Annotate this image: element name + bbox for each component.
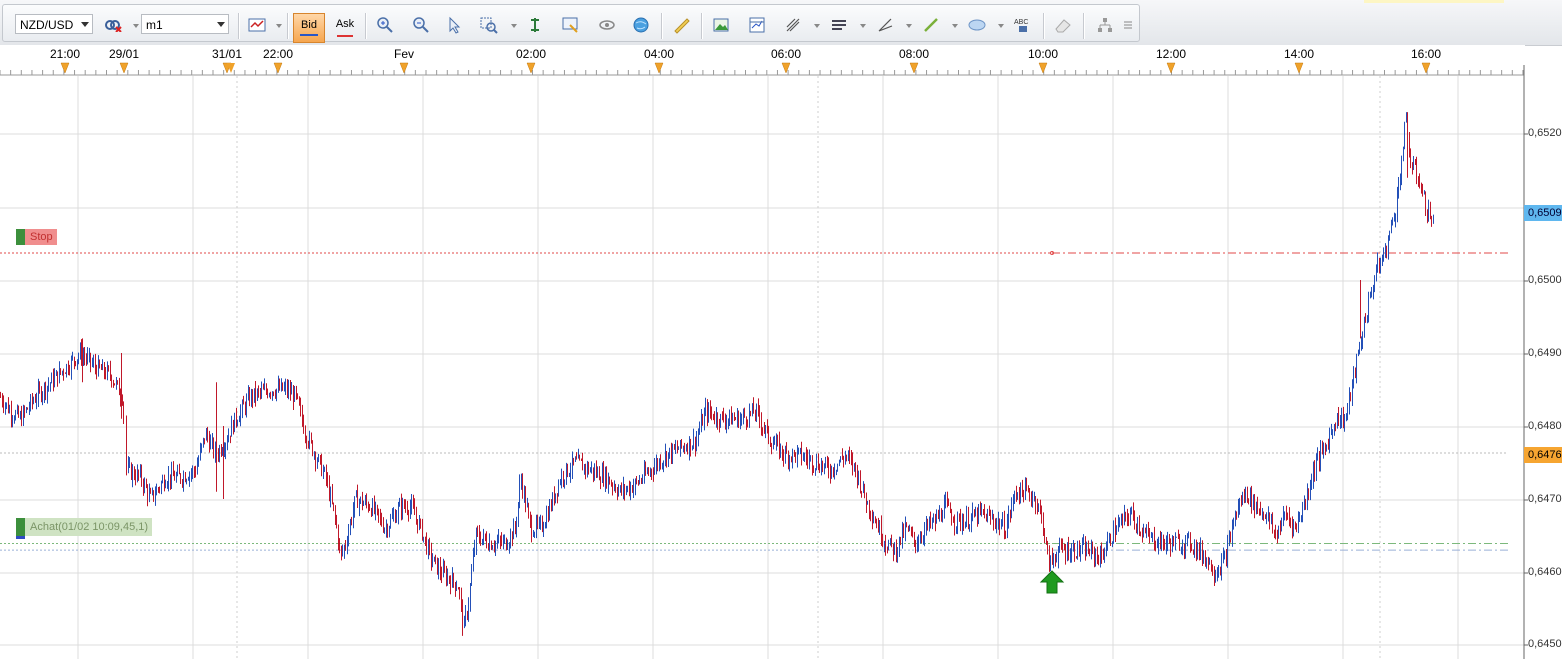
price-label: 0,6520 [1528, 127, 1562, 139]
toolbar-separator [701, 13, 702, 39]
stop-handle[interactable] [16, 229, 25, 245]
tree-icon[interactable] [1093, 14, 1117, 36]
cursor-icon[interactable] [523, 14, 547, 36]
image-icon[interactable] [709, 14, 733, 36]
toolbar-strip: NZD/USD m1 Bid Ask ABC [2, 4, 1140, 43]
toolbar-separator [1043, 13, 1044, 39]
stop-label: Stop [25, 229, 57, 245]
bid-button[interactable]: Bid [293, 13, 325, 43]
toolbar-separator [287, 13, 288, 39]
chevron-down-icon[interactable] [814, 24, 820, 28]
template-icon[interactable] [745, 14, 769, 36]
chart-type-icon[interactable] [245, 14, 269, 36]
time-marker [909, 62, 919, 74]
symbol-select[interactable]: NZD/USD [15, 14, 93, 34]
toolbar-separator [661, 13, 662, 39]
chevron-down-icon[interactable] [133, 24, 139, 28]
price-label: 0,6460 [1528, 566, 1562, 578]
current-price-marker: 0,6509 [1524, 205, 1562, 221]
chevron-down-icon[interactable] [906, 24, 912, 28]
time-marker [526, 62, 536, 74]
time-marker [60, 62, 70, 74]
order-handle[interactable] [16, 518, 25, 536]
zoom-in-icon[interactable] [373, 14, 397, 36]
menu-icon[interactable] [1121, 14, 1135, 36]
svg-text:ABC: ABC [1014, 19, 1028, 26]
price-label: 0,6480 [1528, 420, 1562, 432]
trendline-icon[interactable] [873, 14, 897, 36]
reference-price-marker: 0,6476 [1524, 447, 1562, 463]
line-icon[interactable] [919, 14, 943, 36]
export-icon[interactable] [559, 14, 583, 36]
time-marker [781, 62, 791, 74]
symbol-value: NZD/USD [20, 18, 74, 32]
time-marker [399, 62, 409, 74]
ask-button[interactable]: Ask [331, 13, 359, 43]
price-label: 0,6500 [1528, 274, 1562, 286]
chevron-down-icon[interactable] [276, 24, 282, 28]
bid-label: Bid [301, 19, 317, 31]
chevron-down-icon[interactable] [998, 24, 1004, 28]
buy-arrow-icon [1039, 570, 1065, 594]
time-marker [1038, 62, 1048, 74]
chevron-down-icon [217, 22, 225, 27]
toolbar: NZD/USD m1 Bid Ask ABC [0, 0, 1562, 46]
price-label: 0,6470 [1528, 493, 1562, 505]
text-abc-icon[interactable]: ABC [1011, 14, 1035, 36]
timeframe-select[interactable]: m1 [141, 14, 229, 34]
refresh-icon[interactable] [595, 14, 619, 36]
chevron-down-icon[interactable] [511, 24, 517, 28]
time-marker [1166, 62, 1176, 74]
toolbar-separator [1083, 13, 1084, 39]
time-marker [1294, 62, 1304, 74]
order-label: Achat(01/02 10:09,45,1) [25, 518, 153, 536]
ask-label: Ask [335, 18, 355, 30]
eraser-icon[interactable] [1051, 14, 1075, 36]
pointer-icon[interactable] [443, 14, 467, 36]
ask-indicator [337, 35, 353, 37]
zoom-out-icon[interactable] [409, 14, 433, 36]
globe-icon[interactable] [629, 14, 653, 36]
zoom-area-icon[interactable] [477, 14, 501, 36]
price-label: 0,6490 [1528, 347, 1562, 359]
order-handle-base [16, 536, 25, 539]
price-chart[interactable] [0, 45, 1562, 659]
toolbar-accent [1364, 0, 1504, 3]
ellipse-icon[interactable] [965, 14, 989, 36]
time-marker [273, 62, 283, 74]
price-label: 0,6450 [1528, 638, 1562, 650]
time-marker [1421, 62, 1431, 74]
bid-indicator [300, 34, 318, 36]
timeframe-value: m1 [146, 18, 163, 32]
time-marker [654, 62, 664, 74]
chevron-down-icon[interactable] [860, 24, 866, 28]
indicators-icon[interactable] [781, 14, 805, 36]
ruler-icon[interactable] [669, 14, 693, 36]
time-marker [119, 62, 129, 74]
chevron-down-icon[interactable] [952, 24, 958, 28]
toolbar-separator [238, 13, 239, 39]
bars-icon[interactable] [827, 14, 851, 36]
symbol-link-icon[interactable] [101, 14, 125, 36]
chevron-down-icon [81, 22, 89, 27]
toolbar-separator [365, 13, 366, 39]
